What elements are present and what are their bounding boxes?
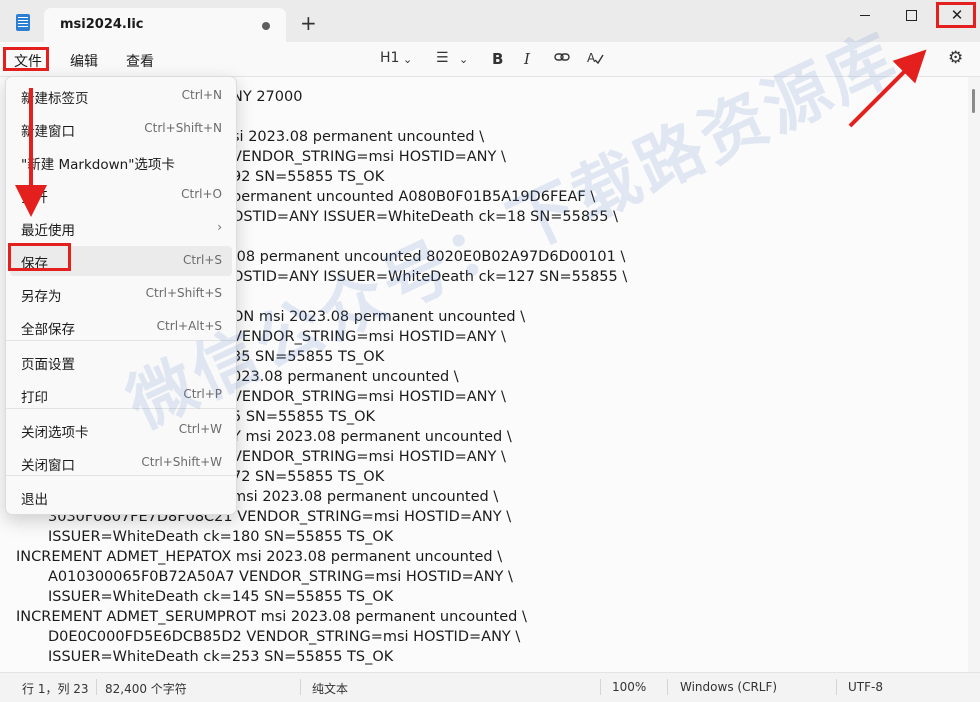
editor-line: INCREMENT ADMET_HEPATOX msi 2023.08 perm… bbox=[16, 549, 503, 565]
menu-item-shortcut: Ctrl+O bbox=[181, 187, 222, 201]
close-highlight-box bbox=[936, 2, 976, 28]
settings-gear-icon[interactable]: ⚙ bbox=[948, 48, 963, 68]
maximize-button[interactable] bbox=[888, 0, 934, 32]
editor-line: ISSUER=WhiteDeath ck=253 SN=55855 TS_OK bbox=[48, 649, 394, 665]
char-count: 82,400 个字符 bbox=[105, 682, 187, 696]
file-menu-dropdown: 新建标签页 Ctrl+N 新建窗口 Ctrl+Shift+N "新建 Markdown"… bbox=[5, 76, 237, 515]
file-menu-item[interactable]: "新建 Markdown"选项卡 bbox=[10, 147, 232, 177]
editor-line: VENDOR_STRING=msi HOSTID=ANY \ bbox=[232, 149, 506, 165]
vertical-scrollbar[interactable] bbox=[968, 77, 980, 672]
heading-button[interactable]: H1 bbox=[380, 50, 399, 66]
file-menu-item[interactable]: 另存为 Ctrl+Shift+S bbox=[10, 279, 232, 309]
menu-item-label: 关闭窗口 bbox=[21, 458, 75, 474]
menu-item-shortcut: Ctrl+N bbox=[181, 88, 222, 102]
format-mode[interactable]: 纯文本 bbox=[312, 680, 348, 697]
editor-line: VENDOR_STRING=msi HOSTID=ANY \ bbox=[232, 449, 506, 465]
file-menu-item[interactable]: 打开 Ctrl+O bbox=[10, 180, 232, 210]
menu-item-shortcut: Ctrl+Shift+S bbox=[145, 286, 222, 300]
editor-line: INCREMENT ADMET_SERUMPROT msi 2023.08 pe… bbox=[16, 609, 527, 625]
menu-item-shortcut: Ctrl+Shift+N bbox=[144, 121, 222, 135]
menu-item-label: 打印 bbox=[21, 390, 48, 406]
menu-item-label: "新建 Markdown"选项卡 bbox=[21, 157, 175, 173]
menu-separator bbox=[6, 475, 236, 476]
tab-title: msi2024.lic bbox=[60, 17, 144, 32]
editor-line: msi 2023.08 permanent uncounted \ bbox=[232, 489, 499, 505]
menu-item-label: 关闭选项卡 bbox=[21, 425, 89, 441]
new-tab-button[interactable]: + bbox=[300, 13, 317, 33]
svg-text:A: A bbox=[587, 51, 596, 65]
maximize-icon bbox=[905, 10, 917, 21]
editor-line: 72 SN=55855 TS_OK bbox=[232, 469, 385, 485]
editor-line: VENDOR_STRING=msi HOSTID=ANY \ bbox=[232, 389, 506, 405]
save-highlight-box bbox=[8, 243, 71, 271]
editor-line: NY 27000 bbox=[232, 89, 303, 105]
encoding[interactable]: UTF-8 bbox=[848, 680, 883, 694]
menu-item-label: 退出 bbox=[21, 492, 48, 508]
status-divider bbox=[836, 679, 837, 695]
file-menu-highlight-box bbox=[3, 47, 49, 71]
editor-line: 92 SN=55855 TS_OK bbox=[232, 169, 385, 185]
status-divider bbox=[300, 679, 301, 695]
menu-item-shortcut: Ctrl+S bbox=[182, 253, 222, 267]
editor-line: ISSUER=WhiteDeath ck=145 SN=55855 TS_OK bbox=[48, 589, 394, 605]
chevron-right-icon: › bbox=[217, 220, 222, 234]
italic-button[interactable]: I bbox=[524, 50, 530, 68]
scrollbar-thumb[interactable] bbox=[972, 89, 975, 113]
notepad-icon bbox=[16, 14, 30, 31]
document-tab[interactable]: msi2024.lic bbox=[44, 8, 286, 42]
file-menu-item[interactable]: 最近使用 › bbox=[10, 213, 232, 243]
menu-edit[interactable]: 编辑 bbox=[70, 51, 98, 71]
file-menu-item[interactable]: 关闭窗口 Ctrl+Shift+W bbox=[10, 448, 232, 478]
menu-item-label: 新建标签页 bbox=[21, 91, 89, 107]
status-divider bbox=[667, 679, 668, 695]
status-divider bbox=[600, 679, 601, 695]
menu-item-label: 打开 bbox=[21, 190, 48, 206]
menu-view[interactable]: 查看 bbox=[126, 51, 154, 71]
file-menu-item[interactable]: 新建标签页 Ctrl+N bbox=[10, 81, 232, 111]
file-menu-item[interactable]: 退出 bbox=[10, 482, 232, 512]
editor-line: ISSUER=WhiteDeath ck=180 SN=55855 TS_OK bbox=[48, 529, 394, 545]
menu-item-shortcut: Ctrl+Shift+W bbox=[141, 455, 222, 469]
menu-item-label: 全部保存 bbox=[21, 322, 75, 338]
editor-line: D0E0C000FD5E6DCB85D2 VENDOR_STRING=msi H… bbox=[48, 629, 521, 645]
spellcheck-icon[interactable]: A bbox=[586, 50, 604, 70]
menu-item-label: 新建窗口 bbox=[21, 124, 75, 140]
menu-item-label: 页面设置 bbox=[21, 357, 75, 373]
editor-line: 5 SN=55855 TS_OK bbox=[232, 409, 376, 425]
unsaved-dot-icon[interactable] bbox=[262, 22, 270, 30]
bold-button[interactable]: B bbox=[492, 50, 503, 68]
zoom-level[interactable]: 100% bbox=[612, 680, 646, 694]
menu-item-label: 最近使用 bbox=[21, 223, 75, 239]
status-divider bbox=[96, 679, 97, 695]
line-ending[interactable]: Windows (CRLF) bbox=[680, 680, 777, 694]
editor-line: Y msi 2023.08 permanent uncounted \ bbox=[232, 429, 512, 445]
link-icon[interactable] bbox=[554, 50, 570, 68]
list-chevron-down-icon[interactable]: ⌄ bbox=[459, 53, 468, 66]
heading-chevron-down-icon[interactable]: ⌄ bbox=[403, 53, 412, 66]
menu-item-label: 另存为 bbox=[21, 289, 62, 305]
status-bar: 行 1，列 23 82,400 个字符 纯文本 100% Windows (CR… bbox=[0, 672, 980, 702]
cursor-position: 行 1，列 23 bbox=[22, 682, 89, 696]
editor-line: si 2023.08 permanent uncounted \ bbox=[232, 129, 485, 145]
file-menu-item[interactable]: 新建窗口 Ctrl+Shift+N bbox=[10, 114, 232, 144]
list-button[interactable]: ☰ bbox=[436, 50, 449, 66]
editor-line: A010300065F0B72A50A7 VENDOR_STRING=msi H… bbox=[48, 569, 513, 585]
